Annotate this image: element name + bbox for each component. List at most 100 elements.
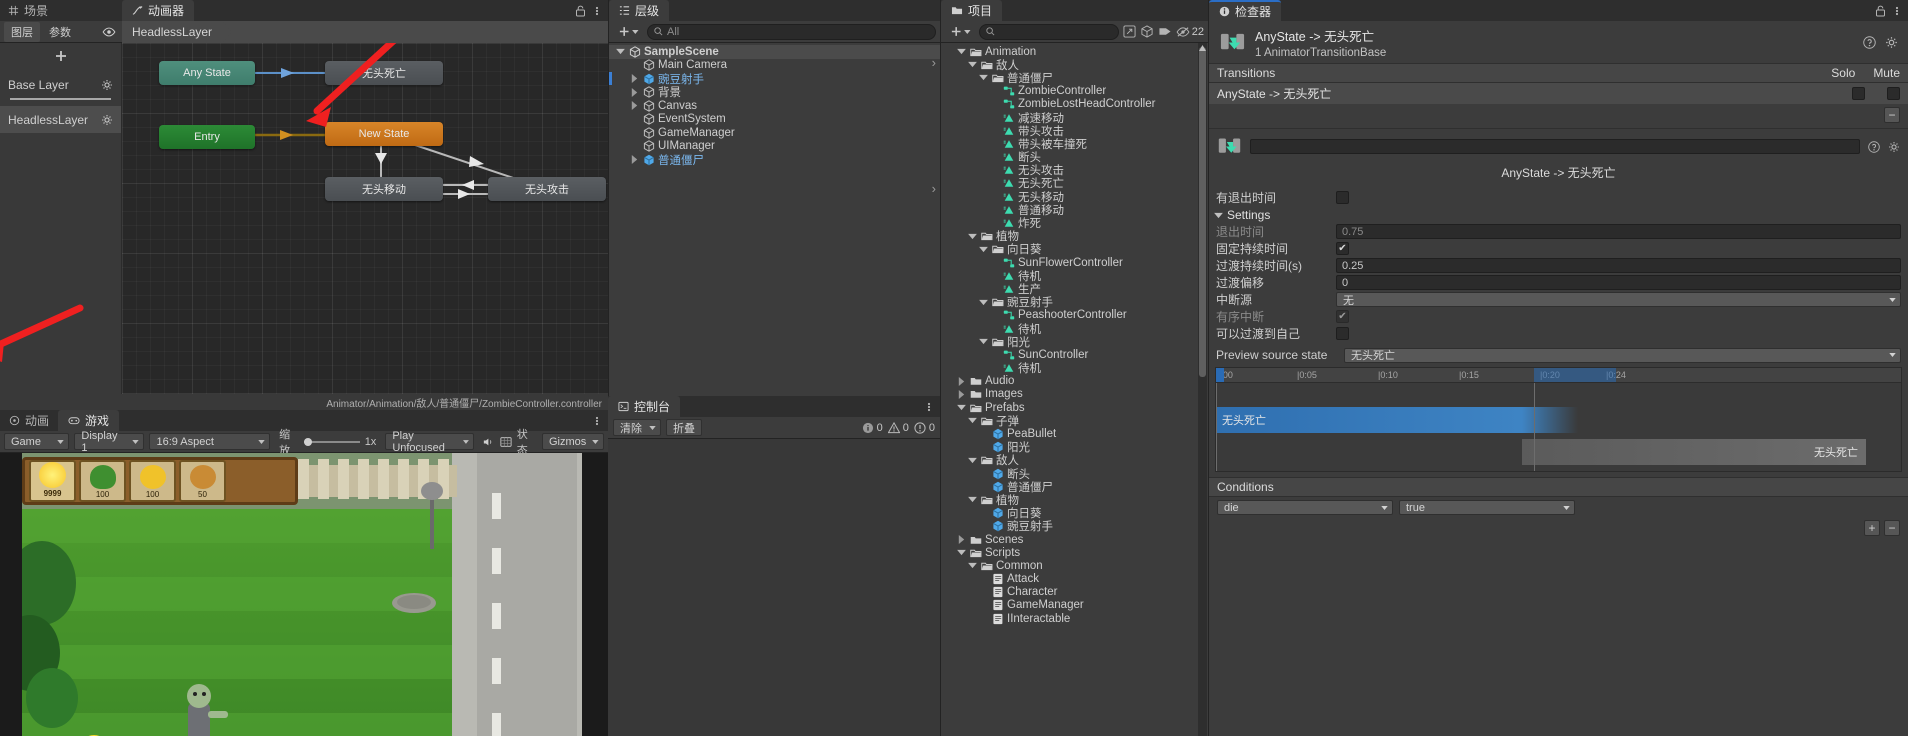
chevron-down-icon[interactable] — [967, 562, 978, 569]
project-item[interactable]: PeaBullet — [941, 427, 1208, 440]
project-item[interactable]: Animation — [941, 45, 1208, 58]
chevron-down-icon[interactable] — [967, 417, 978, 424]
gear-icon[interactable] — [1885, 36, 1898, 49]
transition-timeline[interactable]: |:00 |0:05 |0:10 |0:15 |0:20 |0:24 无头死亡 … — [1215, 367, 1902, 472]
label-icon[interactable] — [1158, 25, 1172, 38]
project-search-input[interactable] — [979, 23, 1119, 40]
setting-checkbox[interactable] — [1336, 242, 1349, 255]
hierarchy-tree[interactable]: SampleScene Main Camera 豌豆射手 背景 Canvas EventS… — [609, 43, 940, 396]
project-item[interactable]: 炸死 — [941, 216, 1208, 230]
project-item[interactable]: 待机 — [941, 362, 1208, 375]
packages-icon[interactable] — [1140, 25, 1154, 38]
tab-game[interactable]: 游戏 — [58, 410, 120, 431]
has-exit-time-row[interactable]: 有退出时间 — [1209, 188, 1908, 207]
project-item[interactable]: 待机 — [941, 269, 1208, 283]
kebab-menu-icon[interactable] — [595, 5, 599, 17]
gizmos-selector[interactable]: Gizmos — [541, 433, 604, 450]
layer-item-base[interactable]: Base Layer — [0, 71, 121, 98]
project-item[interactable]: Audio — [941, 375, 1208, 388]
project-add-button[interactable] — [945, 23, 975, 40]
project-item[interactable]: 断头 — [941, 151, 1208, 164]
plus-icon[interactable] — [54, 49, 68, 63]
transition-solo-checkbox[interactable] — [1852, 87, 1865, 100]
game-view-selector[interactable]: Game — [4, 433, 70, 450]
add-layer-row[interactable] — [0, 43, 121, 63]
timeline-clip-bottom[interactable]: 无头死亡 — [1522, 439, 1866, 465]
console-log-list[interactable] — [608, 439, 940, 736]
game-viewport[interactable]: 9999 100 100 50 — [0, 453, 608, 736]
setting-field[interactable]: 0.75 — [1336, 224, 1901, 239]
layer-weight-slider[interactable] — [10, 98, 111, 100]
hierarchy-item[interactable]: 豌豆射手 — [609, 72, 940, 86]
console-log-count[interactable]: 0 — [862, 422, 883, 434]
state-node-entry[interactable]: Entry — [159, 125, 255, 149]
tab-parameters[interactable]: 参数 — [42, 22, 78, 42]
project-item[interactable]: 植物 — [941, 230, 1208, 243]
project-item[interactable]: 敌人 — [941, 454, 1208, 467]
animator-breadcrumb[interactable]: HeadlessLayer — [122, 20, 608, 43]
console-warning-count[interactable]: 0 — [887, 421, 909, 434]
project-item[interactable]: GameManager — [941, 599, 1208, 612]
setting-checkbox[interactable] — [1336, 327, 1349, 340]
chevron-right-icon[interactable] — [629, 74, 640, 84]
project-item[interactable]: Scenes — [941, 533, 1208, 546]
project-item[interactable]: 无头死亡 — [941, 177, 1208, 190]
remove-transition-button[interactable]: − — [1884, 107, 1900, 123]
setting-popup[interactable]: 无 — [1336, 292, 1901, 307]
lock-icon[interactable] — [575, 5, 586, 17]
play-mode-selector[interactable]: Play Unfocused — [385, 430, 474, 454]
project-item[interactable]: 豌豆射手 — [941, 520, 1208, 533]
project-item[interactable]: Images — [941, 388, 1208, 401]
scale-slider[interactable] — [304, 436, 360, 448]
setting-checkbox[interactable] — [1336, 310, 1349, 323]
tab-scene[interactable]: 场景 — [0, 0, 57, 21]
project-item[interactable]: Common — [941, 559, 1208, 572]
project-item[interactable]: 减速移动 — [941, 111, 1208, 125]
chevron-down-icon[interactable] — [967, 61, 978, 68]
seed-card-peashooter[interactable]: 100 — [79, 460, 126, 502]
project-item[interactable]: IInteractable — [941, 612, 1208, 625]
project-item[interactable]: 豌豆射手 — [941, 296, 1208, 309]
chevron-down-icon[interactable] — [615, 48, 626, 55]
help-icon[interactable] — [1868, 140, 1880, 153]
hierarchy-item[interactable]: EventSystem — [609, 113, 940, 127]
hierarchy-item[interactable]: 背景 — [609, 86, 940, 99]
state-node-headless-move[interactable]: 无头移动 — [325, 177, 443, 201]
project-item[interactable]: Character — [941, 586, 1208, 599]
seed-bank[interactable]: 9999 100 100 50 — [22, 457, 298, 505]
transition-name-input[interactable] — [1250, 139, 1860, 154]
state-node-headless-attack[interactable]: 无头攻击 — [488, 177, 606, 201]
seed-card-sunflower[interactable]: 100 — [129, 460, 176, 502]
console-clear-button[interactable]: 清除 — [613, 419, 661, 436]
project-item[interactable]: 敌人 — [941, 58, 1208, 72]
setting-row[interactable]: 固定持续时间 — [1209, 240, 1908, 257]
project-item[interactable]: 向日葵 — [941, 507, 1208, 520]
chevron-down-icon[interactable] — [978, 338, 989, 345]
state-node-new-state[interactable]: New State — [325, 122, 443, 146]
seed-card-wallnut[interactable]: 50 — [179, 460, 226, 502]
transition-row[interactable]: AnyState -> 无头死亡 — [1209, 83, 1908, 104]
eye-icon[interactable] — [102, 27, 116, 37]
prefab-open-arrow-2[interactable]: › — [932, 181, 936, 196]
transition-mute-checkbox[interactable] — [1887, 87, 1900, 100]
open-external-icon[interactable] — [1123, 25, 1136, 38]
chevron-right-icon[interactable] — [956, 535, 967, 545]
gear-icon[interactable] — [1888, 141, 1900, 153]
timeline-tracks[interactable]: 无头死亡 无头死亡 — [1216, 383, 1901, 471]
display-selector[interactable]: Display 1 — [74, 430, 145, 454]
setting-row[interactable]: 中断源 无 — [1209, 291, 1908, 308]
hierarchy-item[interactable]: Canvas — [609, 99, 940, 113]
condition-value-popup[interactable]: true — [1399, 500, 1575, 515]
chevron-down-icon[interactable] — [978, 299, 989, 306]
prefab-open-arrow-1[interactable]: › — [932, 55, 936, 70]
timeline-selection-range[interactable] — [1534, 368, 1616, 382]
project-item[interactable]: 断头 — [941, 467, 1208, 481]
project-item[interactable]: PeashooterController — [941, 309, 1208, 322]
project-item[interactable]: ZombieLostHeadController — [941, 98, 1208, 111]
project-item[interactable]: 植物 — [941, 493, 1208, 507]
project-item[interactable]: 待机 — [941, 322, 1208, 336]
timeline-playhead[interactable] — [1216, 368, 1224, 382]
help-icon[interactable] — [1863, 35, 1876, 49]
project-item[interactable]: ZombieController — [941, 85, 1208, 98]
stats-icon[interactable] — [500, 436, 512, 448]
